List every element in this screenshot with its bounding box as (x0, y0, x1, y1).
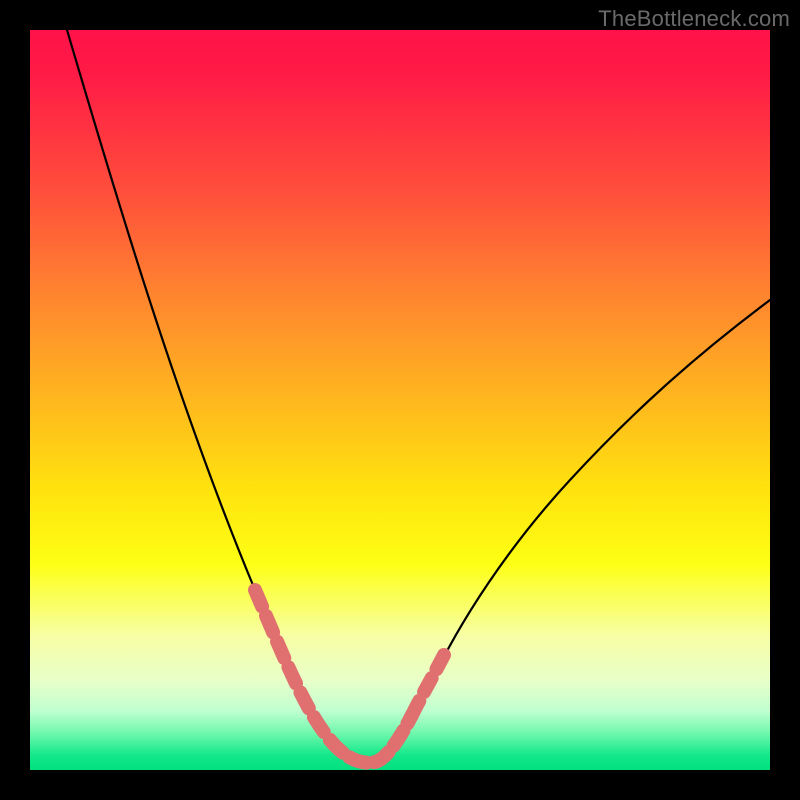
highlight-bottom (330, 715, 412, 763)
watermark-text: TheBottleneck.com (598, 6, 790, 32)
curve-svg (30, 30, 770, 770)
plot-area (30, 30, 770, 770)
bottleneck-curve (67, 30, 770, 763)
highlight-right (412, 655, 444, 715)
highlight-left (255, 590, 330, 740)
chart-container: TheBottleneck.com (0, 0, 800, 800)
